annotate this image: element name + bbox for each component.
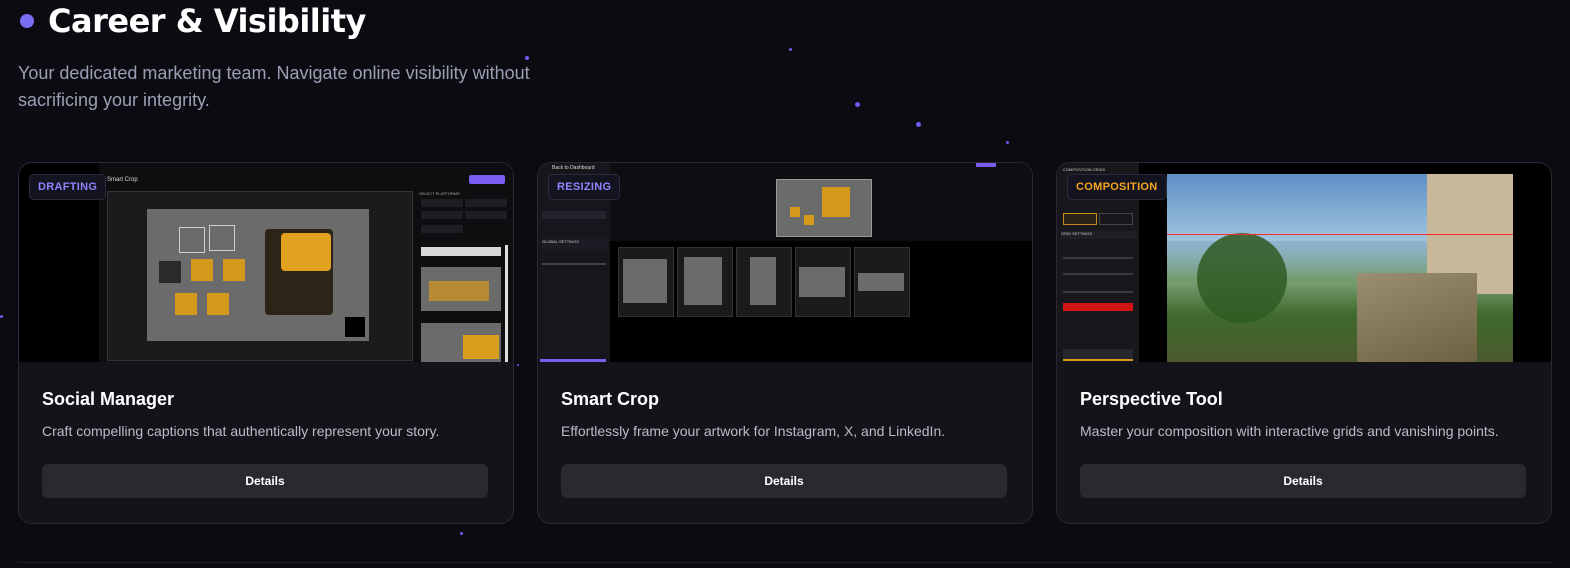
details-button[interactable]: Details [561, 464, 1007, 498]
card-description: Master your composition with interactive… [1080, 423, 1499, 439]
section-divider [18, 562, 1552, 563]
details-button[interactable]: Details [1080, 464, 1526, 498]
card-title: Smart Crop [561, 389, 660, 409]
card-smart-crop[interactable]: Back to Dashboard GLOBAL SETTINGS RESIZI… [537, 162, 1033, 524]
section-header: Career & Visibility Your dedicated marke… [18, 0, 530, 110]
badge-composition: COMPOSITION [1067, 174, 1167, 200]
card-description: Effortlessly frame your artwork for Inst… [561, 423, 946, 439]
star-decoration [460, 532, 463, 535]
star-decoration [855, 102, 860, 107]
star-decoration [789, 48, 792, 51]
screenshot-app-label: Back to Dashboard [552, 165, 595, 171]
card-perspective-tool[interactable]: COMPOSITION GRIDS GRID SETTINGS COMPOSIT… [1056, 162, 1552, 524]
screenshot-panel-label: SELECT PLATFORMS [419, 191, 460, 196]
screenshot-panel-label: GLOBAL SETTINGS [542, 239, 608, 249]
screenshot-app-label: Smart Crop [107, 177, 138, 183]
badge-drafting: DRAFTING [29, 174, 107, 200]
card-title: Perspective Tool [1080, 389, 1223, 409]
star-decoration [916, 122, 921, 127]
star-decoration [1006, 141, 1009, 144]
card-social-manager[interactable]: Smart Crop SELECT PLATFORMS DRAFTING Soc… [18, 162, 514, 524]
card-title: Social Manager [42, 389, 175, 409]
details-button[interactable]: Details [42, 464, 488, 498]
star-decoration [517, 364, 519, 366]
badge-resizing: RESIZING [548, 174, 621, 200]
section-title: Career & Visibility [48, 2, 366, 40]
star-decoration [0, 315, 3, 318]
section-bullet-icon [20, 14, 34, 28]
section-subtitle: Your dedicated marketing team. Navigate … [18, 63, 530, 110]
card-description: Craft compelling captions that authentic… [42, 423, 440, 439]
